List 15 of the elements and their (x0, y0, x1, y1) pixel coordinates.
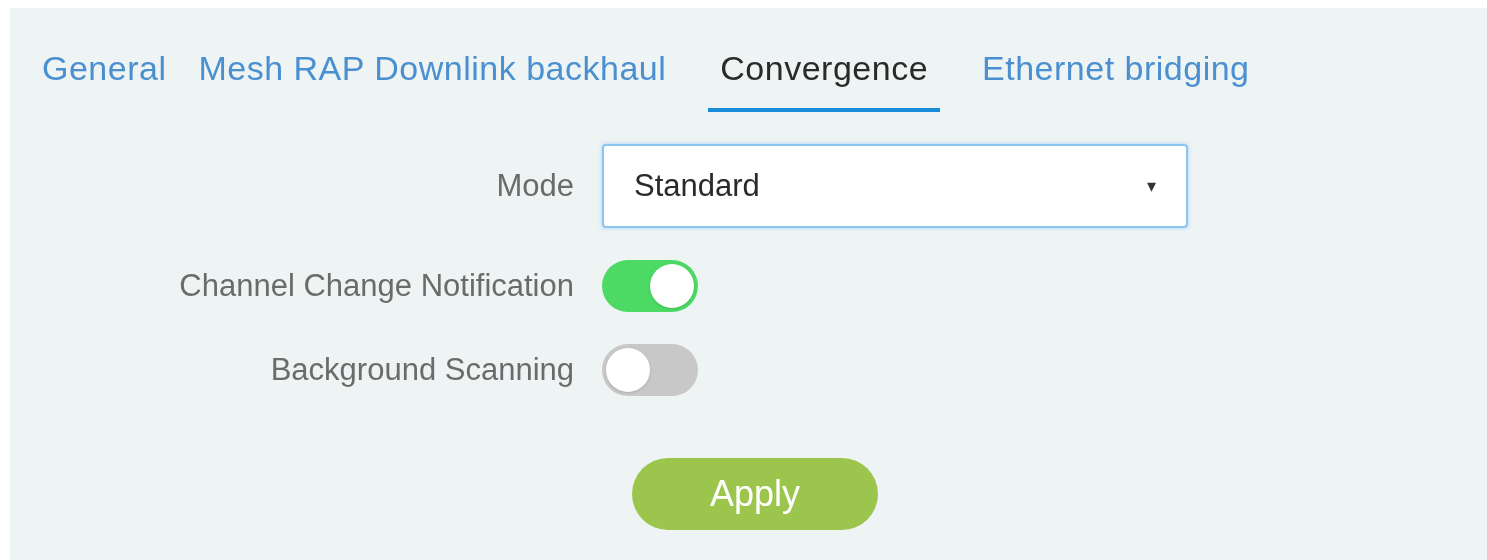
toggle-knob (606, 348, 650, 392)
field-label: Mode (495, 166, 575, 205)
field-label: Background Scanning (269, 350, 575, 389)
tab[interactable]: Ethernet bridging (970, 48, 1262, 112)
tab[interactable]: Convergence (708, 48, 941, 112)
dropdown-value: Standard (634, 166, 760, 205)
apply-button[interactable]: Apply (632, 458, 878, 530)
tab[interactable]: Mesh RAP Downlink backhaul (186, 48, 679, 112)
tab[interactable]: General (30, 48, 179, 112)
toggle-knob (650, 264, 694, 308)
field-label: Channel Change Notification (178, 266, 575, 305)
caret-icon: ▾ (1147, 172, 1156, 200)
mode-dropdown[interactable]: Standard ▾ (602, 144, 1188, 228)
toggle-switch[interactable] (602, 260, 698, 312)
toggle-switch[interactable] (602, 344, 698, 396)
